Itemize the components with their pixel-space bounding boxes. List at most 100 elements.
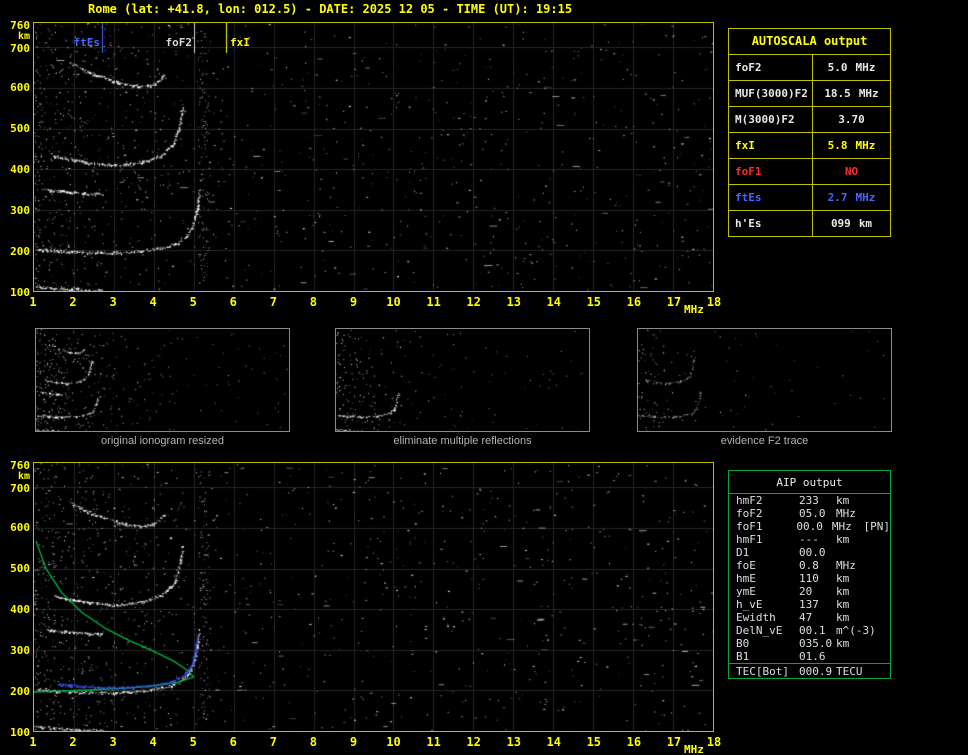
ionogram-bottom-plot: [33, 462, 714, 732]
x-axis-label: 5: [183, 735, 203, 749]
y-axis-label: 200: [2, 685, 30, 698]
aip-row-label: foF2: [729, 507, 799, 520]
x-axis-label: 6: [223, 295, 243, 309]
aip-tec-top-row: TEC[Top]002.9TECU: [729, 682, 890, 695]
aip-row-extra: [869, 611, 890, 624]
x-axis-label: 4: [143, 735, 163, 749]
aip-table-title: AIP output: [729, 471, 890, 494]
y-axis-label: 300: [2, 204, 30, 217]
autoscala-table-rows: foF25.0MHzMUF(3000)F218.5MHzM(3000)F23.7…: [729, 54, 890, 236]
aip-row-label: Ewidth: [729, 611, 799, 624]
ionogram-bottom-canvas: [34, 463, 713, 731]
y-axis-unit: km: [2, 471, 30, 482]
value-text: 5.0: [828, 55, 848, 80]
aip-row-value: 00.0: [799, 546, 836, 559]
value-text: 099: [831, 211, 851, 236]
tec-top-row-content: TEC[Top]002.9TECU: [729, 682, 890, 695]
y-axis-label: 700: [2, 42, 30, 55]
aip-row-label: B1: [729, 650, 799, 663]
x-axis-label: 12: [464, 295, 484, 309]
page-title: Rome (lat: +41.8, lon: 012.5) - DATE: 20…: [88, 2, 572, 16]
y-axis-label: 100: [2, 726, 30, 739]
aip-row-label: TEC[Bot]: [729, 664, 799, 678]
y-axis-label: 760: [2, 459, 30, 472]
y-axis-label: 760: [2, 19, 30, 32]
aip-row-unit: MHz: [836, 507, 869, 520]
value-text: 5.8: [828, 133, 848, 158]
aip-row-extra: [869, 637, 890, 650]
x-axis-label: 17: [664, 295, 684, 309]
aip-row: ymE20km: [729, 585, 890, 598]
fof2-marker-label: foF2: [162, 36, 192, 49]
autoscala-row: fxI 5.8 MHz: [729, 132, 890, 158]
x-axis-label: 18: [704, 735, 724, 749]
aip-row-label: hmE: [729, 572, 799, 585]
aip-row: hmF1---km: [729, 533, 890, 546]
aip-row-unit: [836, 546, 869, 559]
autoscala-row-value: 3.70: [813, 107, 890, 132]
aip-row-value: 01.6: [799, 650, 836, 663]
aip-row-unit: TECU: [836, 664, 869, 678]
autoscala-row: MUF(3000)F218.5MHz: [729, 80, 890, 106]
aip-row-value: 00.1: [799, 624, 836, 637]
x-axis-label: 14: [544, 735, 564, 749]
aip-row-label: hmF1: [729, 533, 799, 546]
aip-row-extra: [869, 598, 890, 611]
ftes-marker-label: ftEs: [70, 36, 100, 49]
x-axis-label: 10: [384, 735, 404, 749]
aip-row: foF100.0MHz[PN]: [729, 520, 890, 533]
autoscala-row-value: NO: [813, 159, 890, 184]
x-axis-label: 18: [704, 295, 724, 309]
aip-row-extra: [869, 559, 890, 572]
aip-row-value: 110: [799, 572, 836, 585]
x-axis-label: 9: [343, 735, 363, 749]
y-axis-label: 400: [2, 163, 30, 176]
aip-row-label: h_vE: [729, 598, 799, 611]
aip-row-label: foF1: [729, 520, 796, 533]
autoscala-row-label: foF1: [729, 159, 813, 184]
aip-row: foE0.8MHz: [729, 559, 890, 572]
aip-row: Ewidth47km: [729, 611, 890, 624]
autoscala-row-value: 5.0MHz: [813, 55, 890, 80]
aip-row-unit: TECU: [836, 682, 869, 695]
aip-row-extra: [869, 650, 890, 663]
y-axis-label: 700: [2, 482, 30, 495]
unit-text: MHz: [856, 133, 876, 158]
thumbnail-caption-evidence: evidence F2 trace: [637, 435, 892, 447]
aip-row: hmF2233km: [729, 494, 890, 507]
autoscala-row-label: foF2: [729, 55, 813, 80]
aip-row-extra: [869, 494, 890, 507]
aip-row-extra: [869, 682, 890, 695]
value-text: 18.5: [824, 81, 851, 106]
autoscala-row-value: 5.8 MHz: [813, 133, 890, 158]
aip-row-extra: [PN]: [864, 520, 891, 533]
aip-row-label: B0: [729, 637, 799, 650]
aip-row-unit: km: [836, 598, 869, 611]
x-axis-label: 11: [424, 735, 444, 749]
ionogram-top-plot: ftEs foF2 fxI: [33, 22, 714, 292]
autoscala-row-label: fxI: [729, 133, 813, 158]
thumbnail-caption-multiples: eliminate multiple reflections: [335, 435, 590, 447]
aip-row-value: 137: [799, 598, 836, 611]
y-axis-label: 400: [2, 603, 30, 616]
y-axis-unit: km: [2, 31, 30, 42]
x-axis-label: 2: [63, 735, 83, 749]
aip-row-value: 05.0: [799, 507, 836, 520]
aip-row: h_vE137km: [729, 598, 890, 611]
thumbnail-evidence-f2-canvas: [638, 329, 891, 431]
autoscala-row: h'Es099km: [729, 210, 890, 236]
aip-row-unit: MHz: [836, 559, 869, 572]
y-axis-label: 200: [2, 245, 30, 258]
aip-row-unit: km: [836, 494, 869, 507]
aip-table-rows: hmF2233kmfoF205.0MHzfoF100.0MHz[PN]hmF1-…: [729, 494, 890, 663]
aip-row-label: D1: [729, 546, 799, 559]
ionogram-top-canvas: [34, 23, 713, 291]
x-axis-label: 8: [303, 735, 323, 749]
autoscala-row: foF25.0MHz: [729, 54, 890, 80]
x-axis-label: 1: [23, 735, 43, 749]
autoscala-row-value: 2.7MHz: [813, 185, 890, 210]
aip-row: D100.0: [729, 546, 890, 559]
aip-row-label: foE: [729, 559, 799, 572]
x-axis-label: 3: [103, 735, 123, 749]
aip-row-value: 20: [799, 585, 836, 598]
